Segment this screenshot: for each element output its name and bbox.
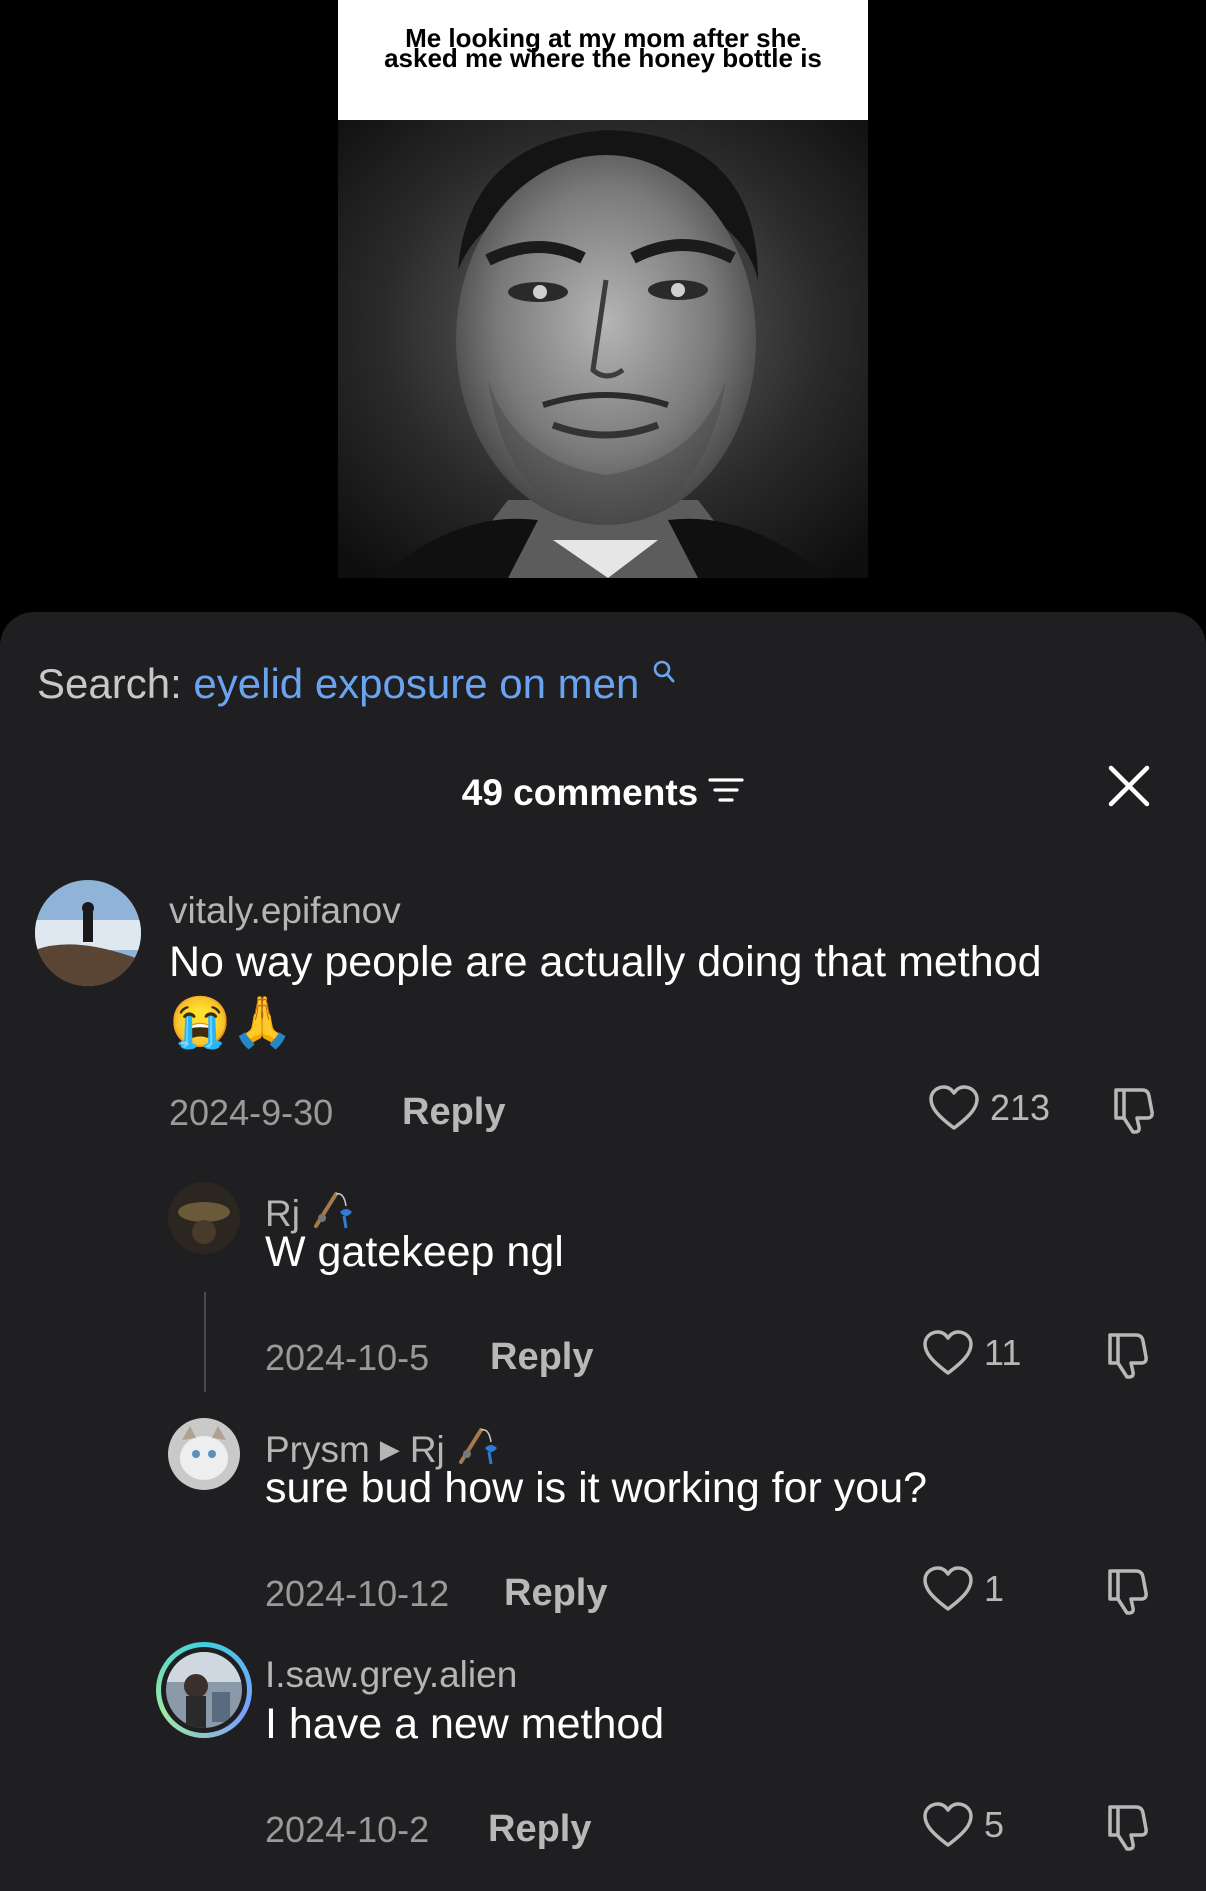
like-count: 1 xyxy=(984,1568,1005,1609)
comment-emojis: 😭🙏 xyxy=(169,994,294,1050)
dislike-icon[interactable] xyxy=(1102,1565,1154,1622)
like-button[interactable]: 5 xyxy=(922,1801,1004,1849)
comment-count-label: 49 comments xyxy=(461,772,699,813)
avatar[interactable] xyxy=(35,880,141,986)
username-link[interactable]: I.saw.grey.alien xyxy=(265,1654,517,1696)
reply-button[interactable]: Reply xyxy=(490,1336,593,1379)
comment-text: No way people are actually doing that me… xyxy=(169,932,1169,1052)
reply-button[interactable]: Reply xyxy=(402,1091,505,1134)
comment-username[interactable]: vitaly.epifanov xyxy=(169,890,401,932)
heart-icon xyxy=(923,1802,973,1847)
video-area[interactable]: Me looking at my mom after she asked me … xyxy=(0,0,1206,612)
portrait-photo xyxy=(338,120,868,578)
thread-line xyxy=(204,1292,206,1392)
reply-button[interactable]: Reply xyxy=(504,1572,607,1615)
comment-text: W gatekeep ngl xyxy=(265,1228,564,1276)
like-count: 5 xyxy=(984,1804,1005,1845)
search-icon xyxy=(653,646,675,694)
heart-icon xyxy=(923,1330,973,1375)
comments-sheet: Search: eyelid exposure on men 49 commen… xyxy=(0,612,1206,1891)
sort-filter-icon[interactable] xyxy=(708,772,744,814)
reply-button[interactable]: Reply xyxy=(488,1808,591,1851)
like-count: 11 xyxy=(984,1332,1022,1373)
avatar[interactable] xyxy=(168,1182,240,1254)
avatar-with-story-ring[interactable] xyxy=(156,1642,252,1738)
heart-icon xyxy=(923,1566,973,1611)
meme-image: Me looking at my mom after she asked me … xyxy=(338,0,868,578)
search-query-link[interactable]: eyelid exposure on men xyxy=(193,660,639,707)
meme-caption-line2: asked me where the honey bottle is xyxy=(384,43,822,73)
like-button[interactable]: 213 xyxy=(928,1084,1050,1132)
comments-header: 49 comments xyxy=(0,765,1206,822)
comment-date: 2024-10-2 xyxy=(265,1809,430,1850)
comment-username[interactable]: I.saw.grey.alien xyxy=(265,1654,517,1696)
comment-count[interactable]: 49 comments xyxy=(0,772,1206,814)
avatar[interactable] xyxy=(168,1418,240,1490)
dislike-icon[interactable] xyxy=(1102,1801,1154,1858)
comment-text-line: No way people are actually doing that me… xyxy=(169,938,1042,986)
dislike-icon[interactable] xyxy=(1102,1329,1154,1386)
comment-text: I have a new method xyxy=(265,1700,665,1748)
search-suggestion[interactable]: Search: eyelid exposure on men xyxy=(37,660,675,708)
comment-date: 2024-10-5 xyxy=(265,1337,430,1378)
comment-text: sure bud how is it working for you? xyxy=(265,1464,928,1512)
username-link[interactable]: vitaly.epifanov xyxy=(169,890,401,932)
comment-date: 2024-10-12 xyxy=(265,1573,450,1614)
close-icon[interactable] xyxy=(1107,764,1151,813)
dislike-icon[interactable] xyxy=(1108,1084,1160,1141)
like-count: 213 xyxy=(990,1087,1051,1128)
meme-caption: Me looking at my mom after she asked me … xyxy=(338,0,868,120)
like-button[interactable]: 11 xyxy=(922,1329,1021,1377)
like-button[interactable]: 1 xyxy=(922,1565,1004,1613)
comment-date: 2024-9-30 xyxy=(169,1092,334,1133)
heart-icon xyxy=(929,1085,979,1130)
search-prefix: Search: xyxy=(37,660,182,707)
